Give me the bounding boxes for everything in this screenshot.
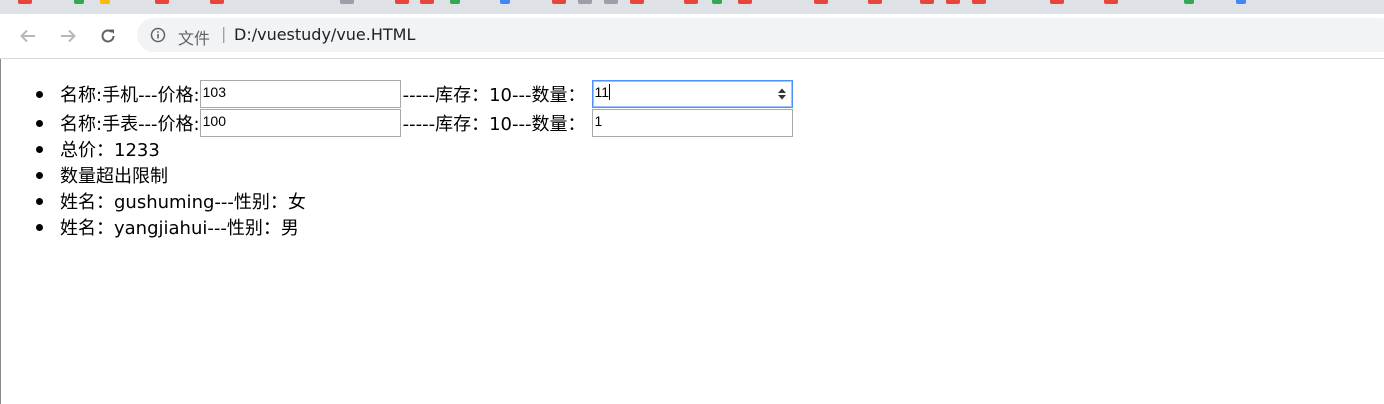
forward-arrow-icon xyxy=(61,29,76,43)
bullet-icon xyxy=(36,120,43,127)
bookmark-icon[interactable] xyxy=(18,0,32,4)
bookmark-icon[interactable] xyxy=(946,0,960,4)
scheme-label: 文件 xyxy=(178,29,211,48)
bookmark-icon[interactable] xyxy=(604,0,618,4)
spinner-arrows-icon[interactable] xyxy=(777,87,787,101)
person-info: 姓名：yangjiahui---性别：男 xyxy=(60,218,299,239)
bookmark-icon[interactable] xyxy=(155,0,169,4)
scheme-separator: | xyxy=(221,24,227,43)
bullet-icon xyxy=(36,91,43,98)
bookmark-icon[interactable] xyxy=(972,0,986,4)
price-value: 103 xyxy=(202,84,226,100)
forward-button[interactable] xyxy=(54,22,82,50)
bookmark-icon[interactable] xyxy=(738,0,752,4)
bookmark-icon[interactable] xyxy=(684,0,698,4)
bookmark-icon[interactable] xyxy=(1104,0,1118,4)
quantity-warning: 数量超出限制 xyxy=(60,166,168,187)
list-item-warning: 数量超出限制 xyxy=(36,162,793,188)
price-value: 100 xyxy=(202,113,226,129)
bullet-icon xyxy=(36,172,43,179)
back-button[interactable] xyxy=(14,22,42,50)
list-item-total: 总价：1233 xyxy=(36,136,793,162)
product-name-label: 名称:手表---价格: xyxy=(60,114,200,135)
bookmark-icon[interactable] xyxy=(1184,0,1194,4)
bullet-icon xyxy=(36,224,43,231)
list-item-product-2: 名称:手表---价格: 100 -----库存：10---数量： 1 xyxy=(36,109,793,137)
text-caret xyxy=(609,84,611,100)
bookmark-icon[interactable] xyxy=(450,0,460,4)
price-input[interactable]: 100 xyxy=(199,109,401,137)
list-item-product-1: 名称:手机---价格: 103 -----库存：10---数量： 11 xyxy=(36,80,793,108)
total-price: 总价：1233 xyxy=(60,140,160,161)
bookmark-icon[interactable] xyxy=(578,0,592,4)
bookmark-icon[interactable] xyxy=(1236,0,1246,4)
back-arrow-icon xyxy=(20,29,35,43)
url-text[interactable]: D:/vuestudy/vue.HTML xyxy=(234,25,415,44)
stock-label: -----库存：10---数量： xyxy=(402,85,586,106)
address-bar[interactable]: 文件 | D:/vuestudy/vue.HTML xyxy=(137,18,1384,52)
browser-toolbar: 文件 | D:/vuestudy/vue.HTML xyxy=(0,14,1384,59)
bookmark-icon[interactable] xyxy=(712,0,722,4)
list-item-person-1: 姓名：gushuming---性别：女 xyxy=(36,188,793,214)
bookmark-icon[interactable] xyxy=(395,0,409,4)
bookmark-icon[interactable] xyxy=(500,0,510,4)
price-input[interactable]: 103 xyxy=(199,80,401,108)
bookmark-icon[interactable] xyxy=(920,0,934,4)
bookmark-icon[interactable] xyxy=(552,0,566,4)
bookmark-icon[interactable] xyxy=(340,0,354,4)
bookmark-icon[interactable] xyxy=(1050,0,1064,4)
quantity-input[interactable]: 1 xyxy=(591,109,793,137)
quantity-value: 1 xyxy=(594,113,603,129)
stock-label: -----库存：10---数量： xyxy=(402,114,586,135)
bullet-icon xyxy=(36,198,43,205)
bookmark-icon[interactable] xyxy=(210,0,224,4)
bookmark-icon[interactable] xyxy=(420,0,434,4)
bookmarks-bar xyxy=(0,0,1384,14)
reload-icon xyxy=(101,29,115,43)
bookmark-icon[interactable] xyxy=(630,0,644,4)
bookmark-icon[interactable] xyxy=(868,0,882,4)
quantity-value: 11 xyxy=(594,84,610,100)
quantity-input[interactable]: 11 xyxy=(591,80,793,108)
bookmark-icon[interactable] xyxy=(814,0,828,4)
info-icon[interactable] xyxy=(150,27,166,43)
bullet-icon xyxy=(36,146,43,153)
bookmark-icon[interactable] xyxy=(74,0,84,4)
bookmark-icon[interactable] xyxy=(100,0,110,4)
product-name-label: 名称:手机---价格: xyxy=(60,85,200,106)
page-content: 名称:手机---价格: 103 -----库存：10---数量： 11 名称:手… xyxy=(0,59,1384,404)
item-list: 名称:手机---价格: 103 -----库存：10---数量： 11 名称:手… xyxy=(36,80,793,240)
list-item-person-2: 姓名：yangjiahui---性别：男 xyxy=(36,214,793,240)
person-info: 姓名：gushuming---性别：女 xyxy=(60,192,306,213)
reload-button[interactable] xyxy=(94,22,122,50)
